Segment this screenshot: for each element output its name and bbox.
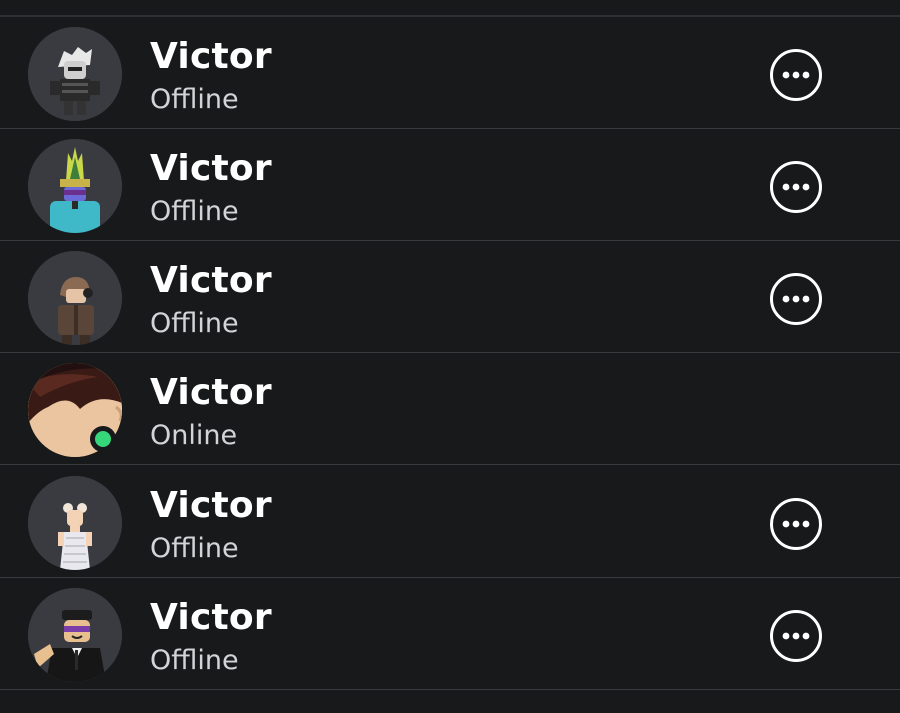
avatar-white-dress-icon bbox=[28, 476, 122, 570]
more-options-button[interactable] bbox=[770, 610, 822, 662]
friend-row[interactable]: Victor Offline bbox=[0, 129, 900, 241]
avatar-headphones-icon bbox=[28, 251, 122, 345]
friend-status: Offline bbox=[150, 308, 239, 339]
more-options-icon bbox=[782, 520, 810, 528]
friend-row[interactable]: Victor Offline bbox=[0, 17, 900, 129]
friend-name: Victor bbox=[150, 148, 272, 189]
friend-status: Offline bbox=[150, 533, 239, 564]
more-options-icon bbox=[782, 71, 810, 79]
online-indicator bbox=[90, 426, 116, 452]
more-options-icon bbox=[782, 632, 810, 640]
more-options-icon bbox=[782, 183, 810, 191]
avatar-crown-icon bbox=[28, 139, 122, 233]
friend-name: Victor bbox=[150, 485, 272, 526]
friend-row[interactable]: Victor Offline bbox=[0, 241, 900, 353]
avatar[interactable] bbox=[28, 251, 122, 345]
more-options-button[interactable] bbox=[770, 273, 822, 325]
friend-row[interactable]: Victor Offline bbox=[0, 466, 900, 578]
avatar[interactable] bbox=[28, 139, 122, 233]
friend-status: Online bbox=[150, 420, 238, 451]
friend-status: Offline bbox=[150, 196, 239, 227]
avatar-suit-icon bbox=[28, 588, 122, 682]
avatar-white-hair-icon bbox=[28, 27, 122, 121]
friend-list: Victor Offline Victor Offline Victor Off… bbox=[0, 0, 900, 713]
avatar[interactable] bbox=[28, 588, 122, 682]
friend-status: Offline bbox=[150, 84, 239, 115]
friend-name: Victor bbox=[150, 372, 272, 413]
friend-name: Victor bbox=[150, 260, 272, 301]
avatar[interactable] bbox=[28, 476, 122, 570]
more-options-button[interactable] bbox=[770, 49, 822, 101]
more-options-icon bbox=[782, 295, 810, 303]
friend-row[interactable]: Victor Offline bbox=[0, 578, 900, 690]
friend-name: Victor bbox=[150, 36, 272, 77]
more-options-button[interactable] bbox=[770, 498, 822, 550]
friend-row[interactable]: Victor Online bbox=[0, 353, 900, 465]
more-options-button[interactable] bbox=[770, 161, 822, 213]
avatar[interactable] bbox=[28, 27, 122, 121]
friend-status: Offline bbox=[150, 645, 239, 676]
friend-name: Victor bbox=[150, 597, 272, 638]
